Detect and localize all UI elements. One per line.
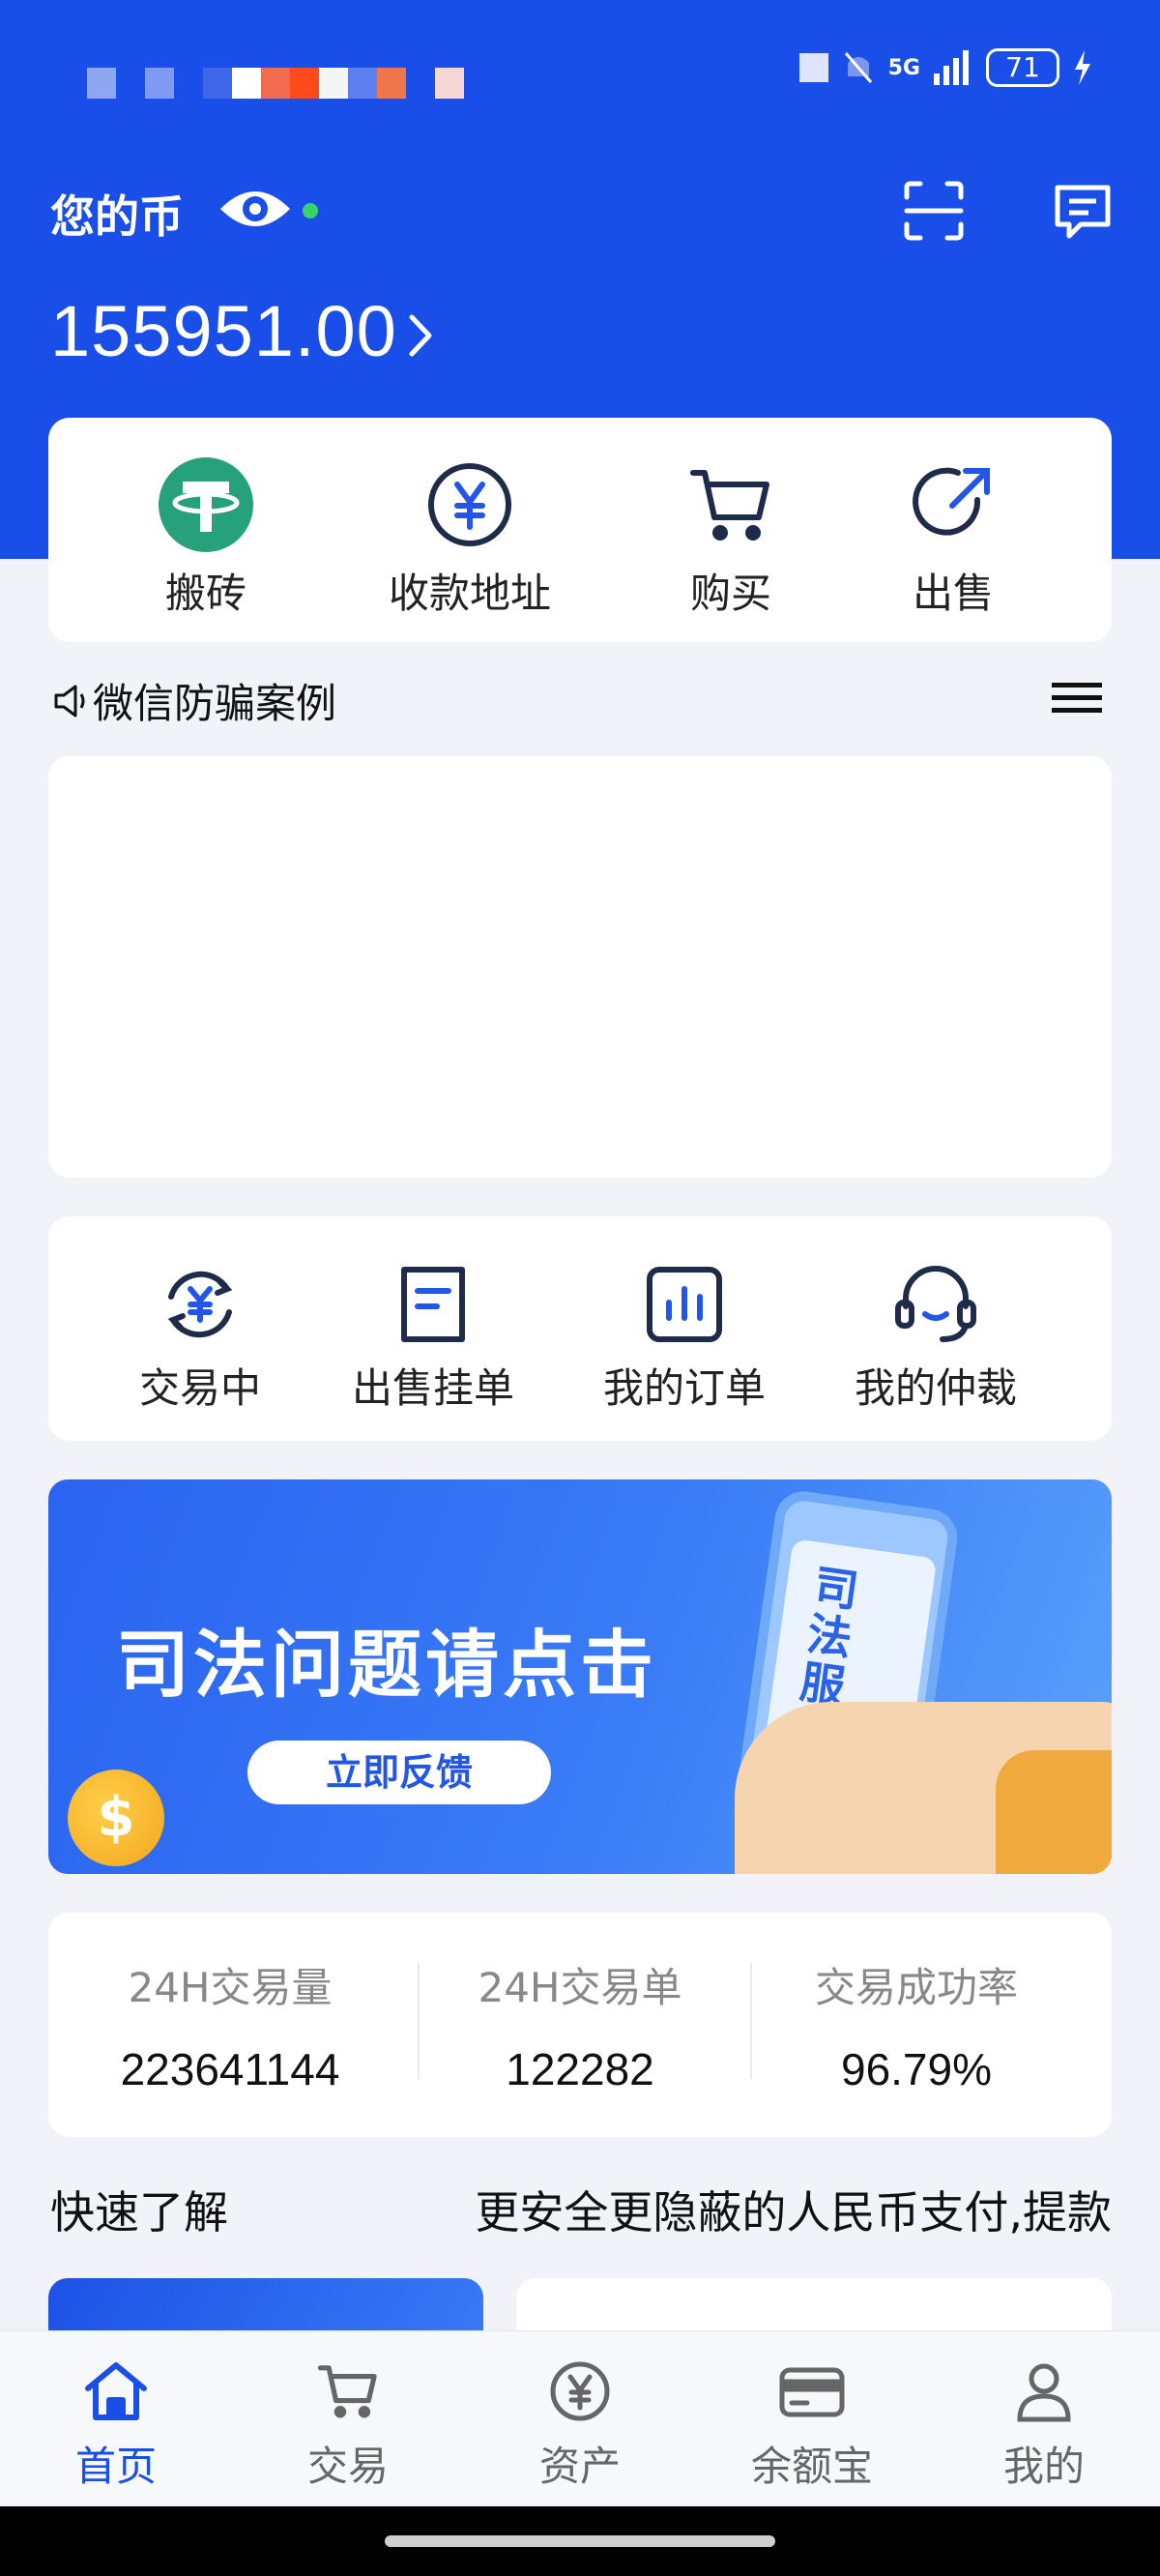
system-navigation-bar [0,2506,1160,2576]
signal-icon [934,50,969,85]
quick-action-buy[interactable]: 购买 [634,456,827,620]
scan-icon[interactable] [903,180,965,242]
yuan-circle-icon [428,463,511,546]
notice-bar[interactable]: 微信防骗案例 [52,671,336,730]
card-icon [779,2367,845,2417]
wifi-icon [798,53,828,82]
quick-action-receive-address[interactable]: 收款地址 [373,456,566,620]
order-action-my-orders[interactable]: 我的订单 [578,1263,791,1415]
legal-service-banner[interactable]: $ 司法问题请点击 立即反馈 司法服务 [48,1479,1112,1874]
headset-icon [895,1266,976,1342]
page-title: 您的币 [50,190,184,243]
tab-me[interactable]: 我的 [947,2355,1141,2493]
user-icon [1017,2363,1071,2422]
order-action-trading[interactable]: 交易中 [94,1263,306,1415]
mute-icon [844,52,872,83]
order-action-my-arbitration[interactable]: 我的仲裁 [829,1263,1042,1415]
notice-text: 微信防骗案例 [93,680,337,727]
tether-icon [159,457,253,552]
section-subtitle: 更安全更隐蔽的人民币支付,提款 [475,2186,1112,2239]
status-notification-icons [87,68,116,99]
sleeve-illustration [996,1750,1112,1874]
tab-trade[interactable]: 交易 [251,2355,445,2493]
sell-arrow-icon [913,467,990,536]
document-icon [401,1267,465,1342]
stat-24h-orders: 24H交易单 122282 [478,1964,682,2094]
bar-chart-icon [647,1267,722,1342]
order-actions-card: 交易中 出售挂单 我的订单 我的仲裁 [48,1216,1112,1441]
banner-title: 司法问题请点击 [116,1622,657,1708]
quick-action-sell[interactable]: 出售 [856,456,1050,620]
signal-label: 5G [887,55,920,80]
home-gesture-handle[interactable] [385,2535,775,2547]
status-bar: 5G 71 [0,0,1160,164]
section-title: 快速了解 [50,2186,228,2239]
battery-indicator: 71 [986,48,1059,87]
message-icon[interactable] [1052,180,1114,242]
coin-illustration: $ [68,1770,164,1866]
tab-home[interactable]: 首页 [19,2355,213,2493]
eye-icon[interactable] [218,180,292,238]
tab-balance-treasure[interactable]: 余额宝 [715,2355,909,2493]
stat-success-rate: 交易成功率 96.79% [814,1964,1018,2094]
exchange-yuan-icon [167,1271,233,1338]
bottom-tab-bar: 首页 交易 资产 余额宝 我的 [0,2330,1160,2506]
balance-amount[interactable]: 155951.00 [50,290,397,372]
charging-icon [1075,50,1090,85]
quick-actions-card: 搬砖 收款地址 购买 出售 [48,418,1112,642]
tab-assets[interactable]: 资产 [483,2355,677,2493]
online-status-dot [303,203,318,219]
stats-card: 24H交易量 223641144 24H交易单 122282 交易成功率 96.… [48,1913,1112,2137]
speaker-icon [54,685,85,717]
home-icon [85,2362,147,2420]
notice-content-panel [48,756,1112,1178]
feedback-button[interactable]: 立即反馈 [247,1741,551,1804]
chevron-right-icon[interactable] [406,311,435,360]
order-action-sell-listing[interactable]: 出售挂单 [327,1263,539,1415]
stat-24h-volume: 24H交易量 223641144 [120,1964,340,2094]
menu-icon[interactable] [1052,679,1102,717]
cart-icon [690,470,769,541]
cart-icon [317,2365,377,2418]
yuan-coin-icon [550,2361,610,2421]
quick-action-move[interactable]: 搬砖 [109,456,303,620]
